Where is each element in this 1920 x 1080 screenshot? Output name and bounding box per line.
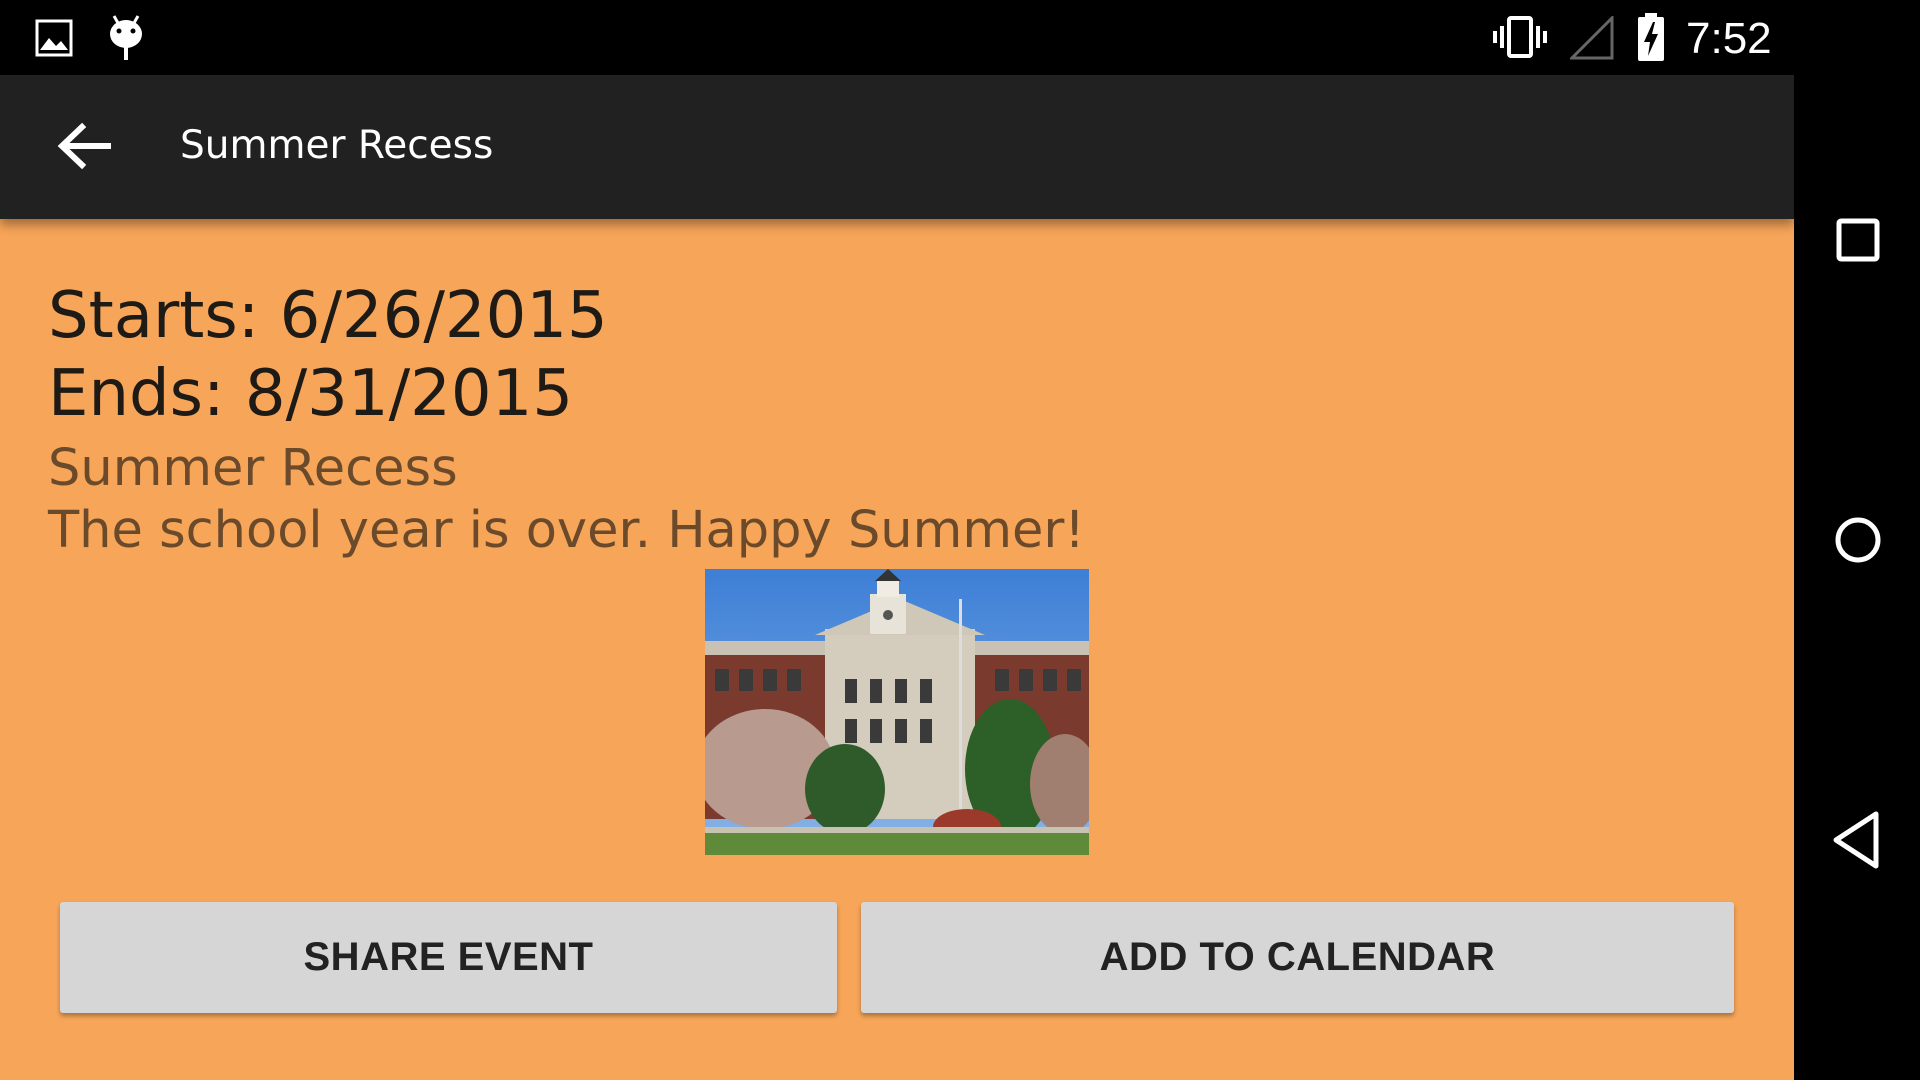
home-icon[interactable] bbox=[1820, 502, 1896, 578]
add-to-calendar-button[interactable]: ADD TO CALENDAR bbox=[861, 902, 1734, 1013]
back-icon[interactable] bbox=[1820, 802, 1896, 878]
vibrate-icon bbox=[1493, 16, 1547, 58]
recents-icon[interactable] bbox=[1820, 202, 1896, 278]
page-title: Summer Recess bbox=[180, 123, 494, 168]
arrow-back-icon bbox=[57, 122, 111, 170]
android-debug-icon bbox=[110, 15, 142, 60]
event-title: Summer Recess bbox=[48, 439, 458, 498]
status-clock: 7:52 bbox=[1686, 14, 1772, 63]
event-photo bbox=[705, 569, 1089, 855]
back-button[interactable] bbox=[44, 107, 124, 187]
status-bar: 7:52 bbox=[0, 0, 1794, 75]
app-bar: Summer Recess bbox=[0, 75, 1794, 219]
event-description: The school year is over. Happy Summer! bbox=[48, 501, 1085, 560]
signal-icon bbox=[1570, 16, 1614, 60]
event-detail: Starts: 6/26/2015 Ends: 8/31/2015 Summer… bbox=[0, 219, 1794, 1080]
event-start-date: Starts: 6/26/2015 bbox=[48, 279, 608, 353]
share-event-button[interactable]: SHARE EVENT bbox=[60, 902, 837, 1013]
gallery-icon bbox=[35, 19, 73, 57]
event-end-date: Ends: 8/31/2015 bbox=[48, 357, 574, 431]
battery-charging-icon bbox=[1638, 13, 1664, 61]
